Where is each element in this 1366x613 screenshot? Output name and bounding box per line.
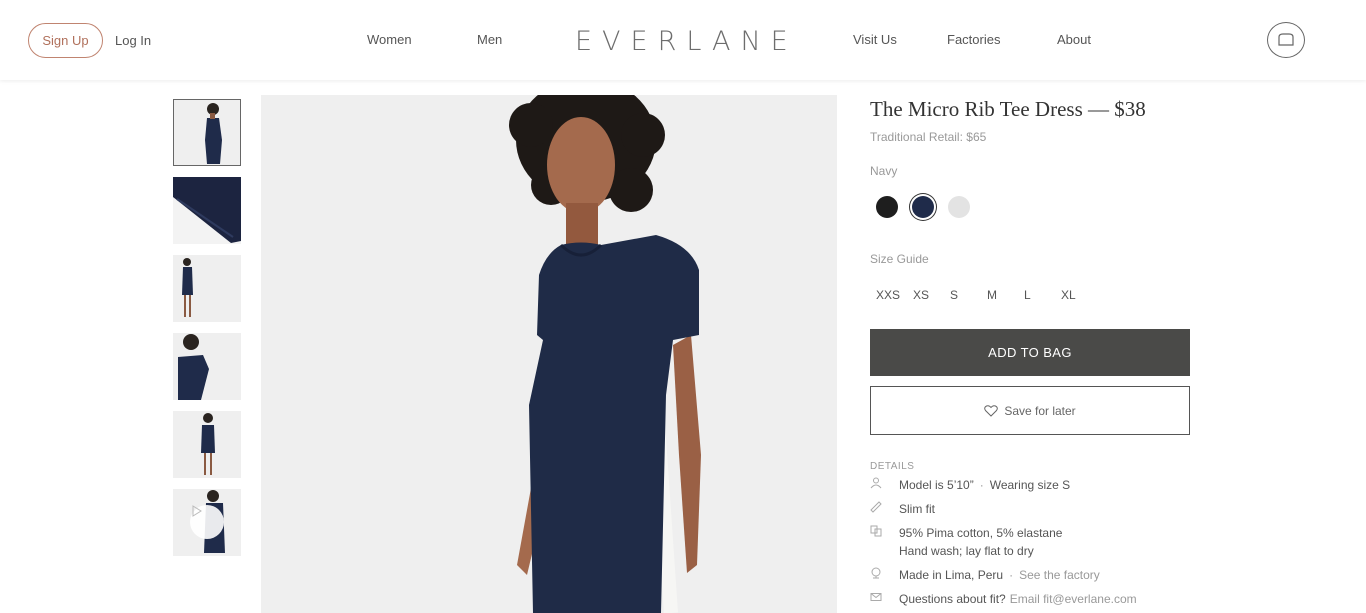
fabric-text: 95% Pima cotton, 5% elastane	[899, 526, 1063, 540]
email-fit-link[interactable]: Email fit@everlane.com	[1010, 590, 1137, 608]
fabric-thumbnail-image	[173, 177, 241, 244]
save-for-later-button[interactable]: Save for later	[870, 386, 1190, 435]
see-factory-link[interactable]: See the factory	[1019, 566, 1100, 584]
add-to-bag-button[interactable]: ADD TO BAG	[870, 329, 1190, 376]
nav-men[interactable]: Men	[477, 32, 502, 47]
fabric-icon	[870, 525, 882, 537]
detail-model: Model is 5’10” · Wearing size S	[870, 476, 1190, 494]
site-header: Sign Up Log In Women Men EVERLANE Visit …	[0, 0, 1366, 80]
heart-icon	[984, 404, 999, 417]
thumbnail-front[interactable]	[173, 99, 241, 166]
thumbnail-list	[173, 99, 241, 567]
ruler-icon	[870, 501, 882, 513]
nav-factories[interactable]: Factories	[947, 32, 1000, 47]
selected-color-name: Navy	[870, 164, 898, 178]
size-option-xl[interactable]: XL	[1061, 288, 1098, 302]
nav-about[interactable]: About	[1057, 32, 1091, 47]
color-swatches	[876, 196, 1190, 218]
model-photo	[261, 95, 837, 613]
envelope-icon	[870, 593, 882, 601]
nav-women[interactable]: Women	[367, 32, 412, 47]
detail-questions: Questions about fit? Email fit@everlane.…	[870, 590, 1190, 608]
shopping-bag-button[interactable]	[1267, 22, 1305, 58]
upper-body-thumbnail-image	[173, 333, 241, 400]
model-height: Model is 5’10”	[899, 478, 974, 492]
play-icon	[192, 505, 202, 517]
fit-text: Slim fit	[899, 502, 935, 516]
size-option-m[interactable]: M	[987, 288, 1024, 302]
detail-fabric: 95% Pima cotton, 5% elastane Hand wash; …	[870, 524, 1190, 560]
signup-button[interactable]: Sign Up	[28, 23, 103, 58]
thumbnail-video[interactable]	[173, 489, 241, 556]
main-product-image[interactable]	[261, 95, 837, 613]
size-option-xs[interactable]: XS	[913, 288, 950, 302]
care-text: Hand wash; lay flat to dry	[899, 544, 1034, 558]
model-size: Wearing size S	[989, 478, 1071, 492]
traditional-retail-price: Traditional Retail: $65	[870, 130, 987, 144]
size-options: XXS XS S M L XL	[876, 288, 1190, 302]
dress-thumbnail-image	[174, 100, 240, 165]
questions-text: Questions about fit?	[899, 592, 1006, 606]
thumbnail-full-length[interactable]	[173, 255, 241, 322]
globe-icon	[871, 567, 881, 579]
color-swatch-light-grey[interactable]	[948, 196, 970, 218]
size-option-l[interactable]: L	[1024, 288, 1061, 302]
origin-text: Made in Lima, Peru	[899, 568, 1004, 582]
product-info: The Micro Rib Tee Dress — $38 Traditiona…	[870, 95, 1190, 608]
size-guide-link[interactable]: Size Guide	[870, 252, 1190, 266]
logo[interactable]: EVERLANE	[575, 26, 798, 57]
bag-icon	[1278, 33, 1294, 46]
back-view-thumbnail-image	[173, 411, 241, 478]
save-for-later-label: Save for later	[1004, 403, 1076, 418]
person-icon	[870, 477, 882, 489]
full-length-thumbnail-image	[173, 255, 241, 322]
thumbnail-fabric[interactable]	[173, 177, 241, 244]
size-option-s[interactable]: S	[950, 288, 987, 302]
play-video-button[interactable]	[190, 505, 224, 539]
thumbnail-back[interactable]	[173, 411, 241, 478]
login-link[interactable]: Log In	[115, 33, 151, 48]
color-swatch-black[interactable]	[876, 196, 898, 218]
details-heading: DETAILS	[870, 461, 915, 472]
detail-origin: Made in Lima, Peru · See the factory	[870, 566, 1190, 584]
thumbnail-upper-body[interactable]	[173, 333, 241, 400]
color-swatch-navy[interactable]	[912, 196, 934, 218]
size-option-xxs[interactable]: XXS	[876, 288, 913, 302]
detail-fit: Slim fit	[870, 500, 1190, 518]
nav-visit-us[interactable]: Visit Us	[853, 32, 897, 47]
product-title: The Micro Rib Tee Dress — $38	[870, 97, 1146, 121]
